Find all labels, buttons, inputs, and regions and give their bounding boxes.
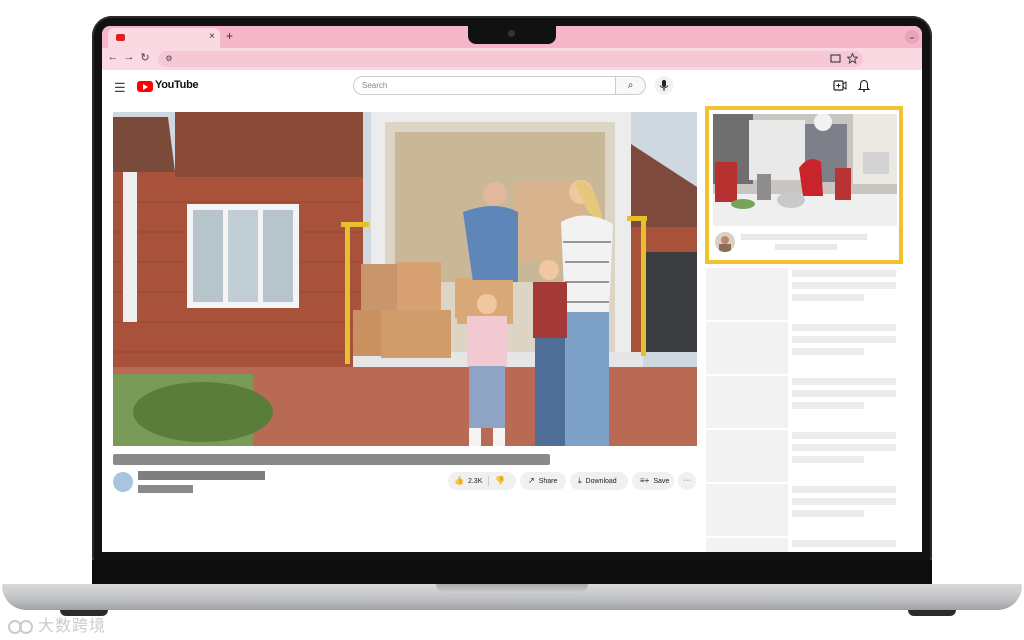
recommended-title-placeholder xyxy=(792,444,896,451)
tab-list-button[interactable]: ⌄ xyxy=(905,30,919,44)
laptop-foot-right xyxy=(908,610,956,616)
site-info-icon[interactable]: ⚙ xyxy=(164,54,174,64)
channel-name-placeholder[interactable] xyxy=(138,471,265,480)
recommended-title-placeholder xyxy=(792,486,896,493)
bookmark-star-icon[interactable] xyxy=(847,53,858,64)
browser-tab-youtube[interactable]: × xyxy=(108,28,220,48)
recommended-thumbnail[interactable] xyxy=(706,484,788,536)
recommended-thumbnail[interactable] xyxy=(706,538,788,552)
search-input[interactable]: Search xyxy=(353,76,616,95)
video-frame-moving-family xyxy=(113,112,697,446)
recommended-thumbnail[interactable] xyxy=(706,376,788,428)
recommended-meta-placeholder xyxy=(792,510,864,517)
ad-subtitle-placeholder xyxy=(775,244,837,250)
menu-icon[interactable]: ☰ xyxy=(114,80,126,96)
new-tab-button[interactable]: + xyxy=(226,29,233,43)
like-count: 2.3K xyxy=(467,478,483,485)
recommended-meta-placeholder xyxy=(792,294,864,301)
download-label: Download xyxy=(585,478,617,485)
voice-search-mic-icon[interactable] xyxy=(654,76,674,95)
recommended-thumbnail[interactable] xyxy=(706,430,788,482)
save-playlist-icon: ≡+ xyxy=(640,476,650,485)
recommended-title-placeholder xyxy=(792,282,896,289)
cast-icon[interactable] xyxy=(830,54,841,64)
download-icon: ⤓ xyxy=(578,476,582,485)
more-actions-button[interactable]: ··· xyxy=(678,472,696,490)
tab-close-icon[interactable]: × xyxy=(209,31,215,42)
recommended-meta-placeholder xyxy=(792,402,864,409)
search-button[interactable]: ⌕ xyxy=(616,76,646,95)
like-dislike-group: 👍 2.3K 👎 xyxy=(448,472,516,490)
ad-kitchen-scene xyxy=(713,114,897,226)
channel-avatar[interactable] xyxy=(113,472,133,492)
create-video-icon[interactable] xyxy=(833,80,847,91)
like-button[interactable]: 👍 2.3K xyxy=(454,476,483,485)
video-player[interactable] xyxy=(113,112,697,446)
recommended-thumbnail[interactable] xyxy=(706,268,788,320)
sidebar-ad-highlight[interactable] xyxy=(705,106,903,264)
subscriber-count-placeholder xyxy=(138,485,193,493)
share-label: Share xyxy=(538,478,558,485)
laptop-screen: × + ⌄ ← → ↻ ⚙ ☰ YouTube Search ⌕ 👍 2.3K … xyxy=(102,26,922,552)
download-button[interactable]: ⤓ Download xyxy=(570,472,628,490)
recommended-meta-placeholder xyxy=(792,348,864,355)
recommended-title-placeholder xyxy=(792,498,896,505)
save-label: Save xyxy=(653,478,670,485)
recommended-title-placeholder xyxy=(792,324,896,331)
recommended-title-placeholder xyxy=(792,378,896,385)
recommended-meta-placeholder xyxy=(792,456,864,463)
notifications-bell-icon[interactable] xyxy=(858,79,870,92)
more-icon: ··· xyxy=(683,477,691,484)
share-icon: ↗ xyxy=(528,476,535,485)
video-title-placeholder xyxy=(113,454,550,465)
recommended-thumbnail[interactable] xyxy=(706,322,788,374)
laptop-chin xyxy=(92,560,932,584)
forward-button[interactable]: → xyxy=(122,51,136,63)
address-bar[interactable]: ⚙ xyxy=(158,51,863,67)
watermark-text: 大数跨境 xyxy=(38,618,107,635)
advertiser-photo xyxy=(715,232,735,252)
youtube-favicon-icon xyxy=(116,34,125,41)
ad-title-placeholder xyxy=(741,234,867,240)
search-icon: ⌕ xyxy=(627,80,634,91)
watermark: 大数跨境 xyxy=(8,612,106,636)
recommended-title-placeholder xyxy=(792,432,896,439)
reload-button[interactable]: ↻ xyxy=(138,51,152,64)
recommended-title-placeholder xyxy=(792,390,896,397)
thumbs-down-icon[interactable]: 👎 xyxy=(495,476,505,485)
youtube-logo-text[interactable]: YouTube xyxy=(155,79,199,91)
browser-toolbar: ← → ↻ ⚙ xyxy=(102,48,922,70)
recommended-title-placeholder xyxy=(792,540,896,547)
ad-thumbnail[interactable] xyxy=(713,114,897,226)
camera-lens-icon xyxy=(508,30,515,37)
watermark-logo-icon xyxy=(8,619,33,634)
save-button[interactable]: ≡+ Save xyxy=(632,472,674,490)
recommended-title-placeholder xyxy=(792,270,896,277)
thumbs-up-icon: 👍 xyxy=(454,476,464,485)
ad-advertiser-avatar[interactable] xyxy=(715,232,735,252)
share-button[interactable]: ↗ Share xyxy=(520,472,566,490)
youtube-logo-play-icon xyxy=(143,84,148,90)
back-button[interactable]: ← xyxy=(106,51,120,63)
like-divider xyxy=(488,476,490,487)
recommended-title-placeholder xyxy=(792,336,896,343)
laptop-opening-notch xyxy=(436,584,588,593)
